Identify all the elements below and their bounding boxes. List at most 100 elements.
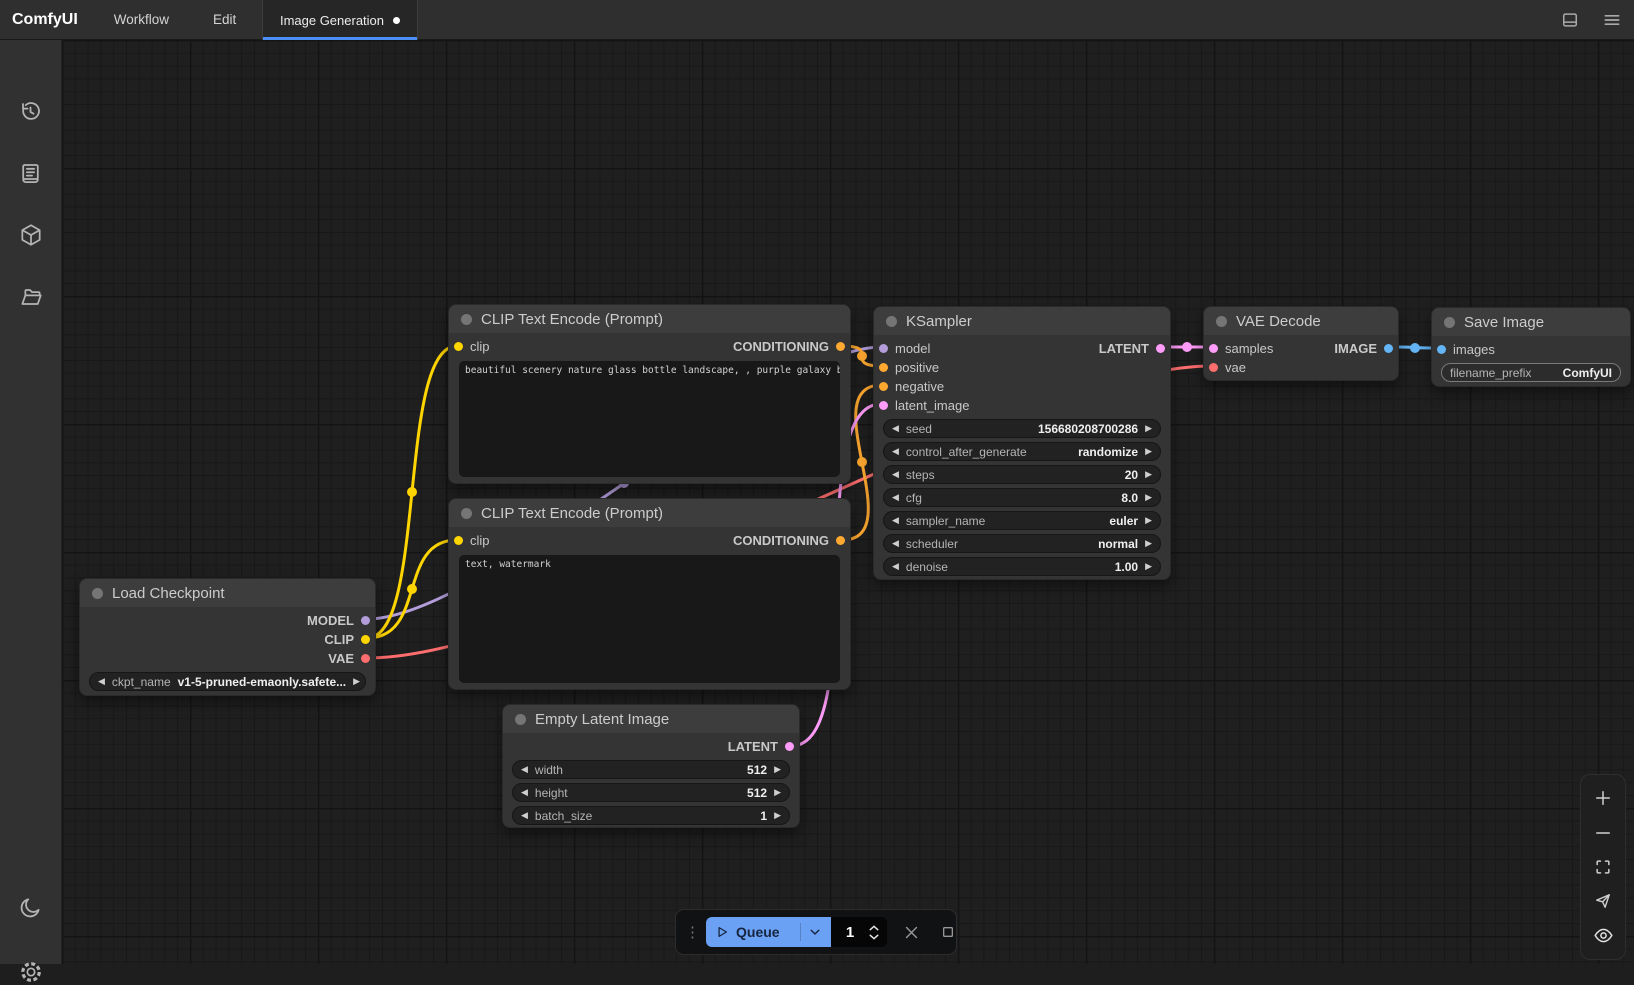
toggle-visibility-eye-icon[interactable]	[1591, 924, 1615, 948]
select-mode-icon[interactable]	[1591, 889, 1615, 913]
settings-gear-icon[interactable]	[18, 959, 44, 985]
workflow-tab[interactable]: Image Generation	[262, 0, 418, 40]
workflows-folder-icon[interactable]	[18, 284, 44, 310]
increment-arrow-icon[interactable]: ▶	[774, 788, 781, 797]
menu-edit[interactable]: Edit	[191, 12, 258, 27]
decrement-arrow-icon[interactable]: ◀	[892, 493, 899, 502]
node-load-checkpoint[interactable]: Load Checkpoint MODEL CLIP VAE ◀ ckpt_na…	[79, 578, 376, 696]
increment-arrow-icon[interactable]: ▶	[353, 677, 360, 686]
drag-handle[interactable]: ⋮	[676, 923, 706, 941]
decrement-arrow-icon[interactable]: ◀	[521, 765, 528, 774]
bottom-panel-icon[interactable]	[1558, 8, 1582, 32]
widget-ckpt-name[interactable]: ◀ ckpt_name v1-5-pruned-emaonly.safete..…	[89, 672, 366, 691]
increment-arrow-icon[interactable]: ▶	[1145, 539, 1152, 548]
widget-cfg[interactable]: ◀cfg8.0▶	[883, 488, 1161, 507]
collapse-dot[interactable]	[886, 316, 897, 327]
increment-arrow-icon[interactable]: ▶	[1145, 562, 1152, 571]
node-title[interactable]: KSampler	[874, 307, 1170, 335]
node-empty-latent-image[interactable]: Empty Latent Image LATENT ◀width512▶ ◀he…	[502, 704, 800, 828]
port-latent-output[interactable]	[785, 742, 794, 751]
node-title[interactable]: Empty Latent Image	[503, 705, 799, 733]
node-library-icon[interactable]	[18, 160, 44, 186]
port-conditioning-output[interactable]	[836, 536, 845, 545]
increment-arrow-icon[interactable]: ▶	[1145, 447, 1152, 456]
port-clip-output[interactable]	[361, 635, 370, 644]
menu-workflow[interactable]: Workflow	[92, 12, 191, 27]
port-image-output[interactable]	[1384, 344, 1393, 353]
increment-arrow-icon[interactable]: ▶	[1145, 516, 1152, 525]
port-vae-output[interactable]	[361, 654, 370, 663]
node-save-image[interactable]: Save Image images filename_prefix ComfyU…	[1431, 307, 1631, 387]
port-clip-input[interactable]	[454, 536, 463, 545]
increment-arrow-icon[interactable]: ▶	[1145, 424, 1152, 433]
port-model-output[interactable]	[361, 616, 370, 625]
history-icon[interactable]	[18, 98, 44, 124]
zoom-in-icon[interactable]	[1591, 786, 1615, 810]
node-vae-decode[interactable]: VAE Decode samples IMAGE vae	[1203, 306, 1399, 381]
increment-arrow-icon[interactable]: ▶	[774, 765, 781, 774]
port-conditioning-output[interactable]	[836, 342, 845, 351]
stepper-up-icon[interactable]	[869, 925, 879, 931]
node-clip-text-encode-positive[interactable]: CLIP Text Encode (Prompt) clip CONDITION…	[448, 304, 851, 484]
decrement-arrow-icon[interactable]: ◀	[892, 516, 899, 525]
batch-count-input[interactable]: 1	[831, 917, 887, 947]
port-clip-input[interactable]	[454, 342, 463, 351]
stepper-down-icon[interactable]	[869, 934, 879, 940]
increment-arrow-icon[interactable]: ▶	[774, 811, 781, 820]
decrement-arrow-icon[interactable]: ◀	[892, 470, 899, 479]
decrement-arrow-icon[interactable]: ◀	[521, 788, 528, 797]
widget-filename-prefix[interactable]: filename_prefix ComfyUI	[1441, 363, 1621, 382]
node-title[interactable]: CLIP Text Encode (Prompt)	[449, 305, 850, 333]
widget-denoise[interactable]: ◀denoise1.00▶	[883, 557, 1161, 576]
increment-arrow-icon[interactable]: ▶	[1145, 493, 1152, 502]
collapse-dot[interactable]	[461, 314, 472, 325]
interrupt-stop-icon[interactable]	[940, 924, 956, 940]
decrement-arrow-icon[interactable]: ◀	[892, 424, 899, 433]
decrement-arrow-icon[interactable]: ◀	[892, 562, 899, 571]
widget-control-after-generate[interactable]: ◀control_after_generaterandomize▶	[883, 442, 1161, 461]
widget-width[interactable]: ◀width512▶	[512, 760, 790, 779]
node-title-label: VAE Decode	[1236, 313, 1321, 330]
port-latent-image-input[interactable]	[879, 401, 888, 410]
node-ksampler[interactable]: KSampler model LATENT positive negative …	[873, 306, 1171, 580]
port-latent-output[interactable]	[1156, 344, 1165, 353]
chevron-down-icon[interactable]	[808, 925, 822, 939]
decrement-arrow-icon[interactable]: ◀	[892, 539, 899, 548]
menu-icon[interactable]	[1600, 8, 1624, 32]
model-library-icon[interactable]	[18, 222, 44, 248]
decrement-arrow-icon[interactable]: ◀	[98, 677, 105, 686]
widget-sampler-name[interactable]: ◀sampler_nameeuler▶	[883, 511, 1161, 530]
collapse-dot[interactable]	[1444, 317, 1455, 328]
port-model-input[interactable]	[879, 344, 888, 353]
node-title[interactable]: VAE Decode	[1204, 307, 1398, 335]
decrement-arrow-icon[interactable]: ◀	[892, 447, 899, 456]
widget-steps[interactable]: ◀steps20▶	[883, 465, 1161, 484]
widget-batch-size[interactable]: ◀batch_size1▶	[512, 806, 790, 825]
prompt-textarea[interactable]: text, watermark	[459, 555, 840, 683]
fit-view-icon[interactable]	[1591, 855, 1615, 879]
node-title[interactable]: Load Checkpoint	[80, 579, 375, 607]
clear-queue-icon[interactable]	[903, 924, 920, 941]
collapse-dot[interactable]	[1216, 316, 1227, 327]
collapse-dot[interactable]	[461, 508, 472, 519]
node-title[interactable]: Save Image	[1432, 308, 1630, 336]
widget-seed[interactable]: ◀seed156680208700286▶	[883, 419, 1161, 438]
port-samples-input[interactable]	[1209, 344, 1218, 353]
port-images-input[interactable]	[1437, 345, 1446, 354]
node-clip-text-encode-negative[interactable]: CLIP Text Encode (Prompt) clip CONDITION…	[448, 498, 851, 690]
decrement-arrow-icon[interactable]: ◀	[521, 811, 528, 820]
widget-scheduler[interactable]: ◀schedulernormal▶	[883, 534, 1161, 553]
widget-height[interactable]: ◀height512▶	[512, 783, 790, 802]
theme-toggle-moon-icon[interactable]	[18, 894, 44, 920]
increment-arrow-icon[interactable]: ▶	[1145, 470, 1152, 479]
batch-count-value[interactable]: 1	[831, 924, 869, 941]
port-vae-input[interactable]	[1209, 363, 1218, 372]
port-positive-input[interactable]	[879, 363, 888, 372]
port-negative-input[interactable]	[879, 382, 888, 391]
node-title[interactable]: CLIP Text Encode (Prompt)	[449, 499, 850, 527]
collapse-dot[interactable]	[92, 588, 103, 599]
zoom-out-icon[interactable]	[1591, 821, 1615, 845]
prompt-textarea[interactable]: beautiful scenery nature glass bottle la…	[459, 361, 840, 477]
collapse-dot[interactable]	[515, 714, 526, 725]
queue-button[interactable]: Queue	[706, 917, 831, 947]
